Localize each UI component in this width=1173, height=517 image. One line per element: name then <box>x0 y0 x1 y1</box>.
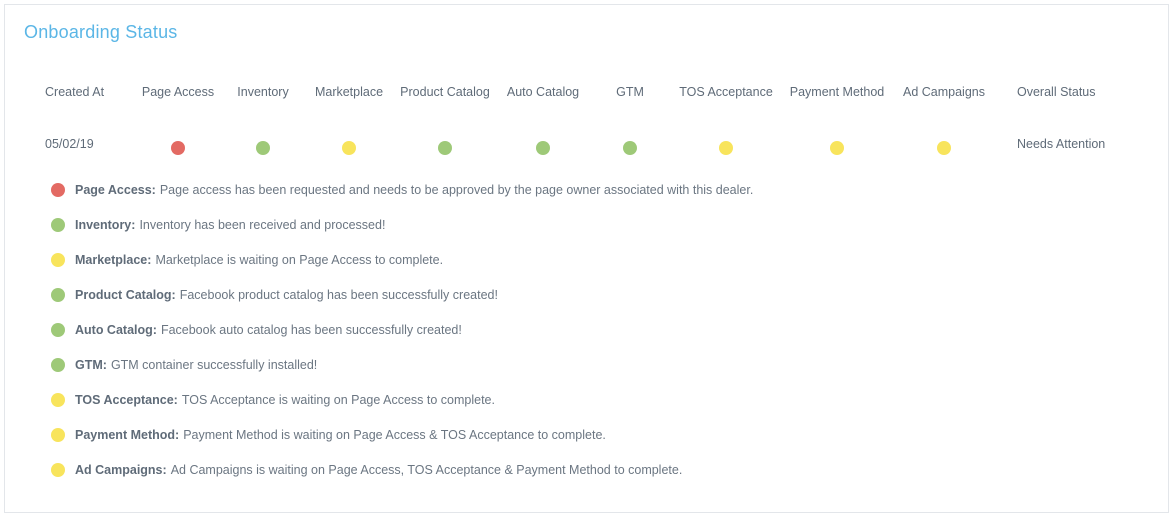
header-product-catalog: Product Catalog <box>400 85 490 99</box>
legend-label: Payment Method: <box>75 428 180 442</box>
gtm-status-dot <box>623 141 637 155</box>
legend-description: GTM container successfully installed! <box>110 358 318 372</box>
legend-description: Facebook auto catalog has been successfu… <box>160 323 462 337</box>
legend-item-payment-method: Payment Method: Payment Method is waitin… <box>51 426 606 444</box>
inventory-status-dot <box>256 141 270 155</box>
legend-item-page-access: Page Access: Page access has been reques… <box>51 181 753 199</box>
legend-label: Inventory: <box>75 218 136 232</box>
status-dot <box>51 218 65 232</box>
header-overall-status: Overall Status <box>1017 85 1096 99</box>
header-marketplace: Marketplace <box>314 85 384 99</box>
header-created-at: Created At <box>45 85 105 99</box>
legend-item-gtm: GTM: GTM container successfully installe… <box>51 356 317 374</box>
status-dot <box>51 288 65 302</box>
header-ad-campaigns: Ad Campaigns <box>903 85 985 99</box>
legend-description: Facebook product catalog has been succes… <box>179 288 498 302</box>
legend-description: Payment Method is waiting on Page Access… <box>183 428 606 442</box>
legend-label: TOS Acceptance: <box>75 393 178 407</box>
status-dot <box>51 428 65 442</box>
legend-label: Auto Catalog: <box>75 323 157 337</box>
legend-item-product-catalog: Product Catalog: Facebook product catalo… <box>51 286 498 304</box>
legend-description: Ad Campaigns is waiting on Page Access, … <box>170 463 683 477</box>
header-payment-method: Payment Method <box>789 85 885 99</box>
tos-acceptance-status-dot <box>719 141 733 155</box>
status-dot <box>51 358 65 372</box>
legend-item-auto-catalog: Auto Catalog: Facebook auto catalog has … <box>51 321 462 339</box>
status-dot <box>51 253 65 267</box>
legend-label: Page Access: <box>75 183 156 197</box>
legend-item-marketplace: Marketplace: Marketplace is waiting on P… <box>51 251 443 269</box>
legend-description: Marketplace is waiting on Page Access to… <box>155 253 444 267</box>
header-tos-acceptance: TOS Acceptance <box>679 85 773 99</box>
header-page-access: Page Access <box>141 85 215 99</box>
created-at-value: 05/02/19 <box>45 137 94 151</box>
legend-label: Ad Campaigns: <box>75 463 167 477</box>
page-access-status-dot <box>171 141 185 155</box>
legend-item-ad-campaigns: Ad Campaigns: Ad Campaigns is waiting on… <box>51 461 682 479</box>
header-inventory: Inventory <box>237 85 289 99</box>
status-dot <box>51 323 65 337</box>
status-dot <box>51 183 65 197</box>
legend-label: Marketplace: <box>75 253 152 267</box>
ad-campaigns-status-dot <box>937 141 951 155</box>
legend-description: Inventory has been received and processe… <box>139 218 386 232</box>
legend-item-inventory: Inventory: Inventory has been received a… <box>51 216 385 234</box>
legend-description: TOS Acceptance is waiting on Page Access… <box>181 393 495 407</box>
legend-label: Product Catalog: <box>75 288 176 302</box>
legend-item-tos-acceptance: TOS Acceptance: TOS Acceptance is waitin… <box>51 391 495 409</box>
legend-description: Page access has been requested and needs… <box>159 183 754 197</box>
product-catalog-status-dot <box>438 141 452 155</box>
header-gtm: GTM <box>616 85 644 99</box>
payment-method-status-dot <box>830 141 844 155</box>
overall-status-value: Needs Attention <box>1017 137 1106 151</box>
auto-catalog-status-dot <box>536 141 550 155</box>
header-auto-catalog: Auto Catalog <box>506 85 580 99</box>
legend-label: GTM: <box>75 358 107 372</box>
status-dot <box>51 463 65 477</box>
panel-title: Onboarding Status <box>24 22 178 42</box>
status-dot <box>51 393 65 407</box>
marketplace-status-dot <box>342 141 356 155</box>
